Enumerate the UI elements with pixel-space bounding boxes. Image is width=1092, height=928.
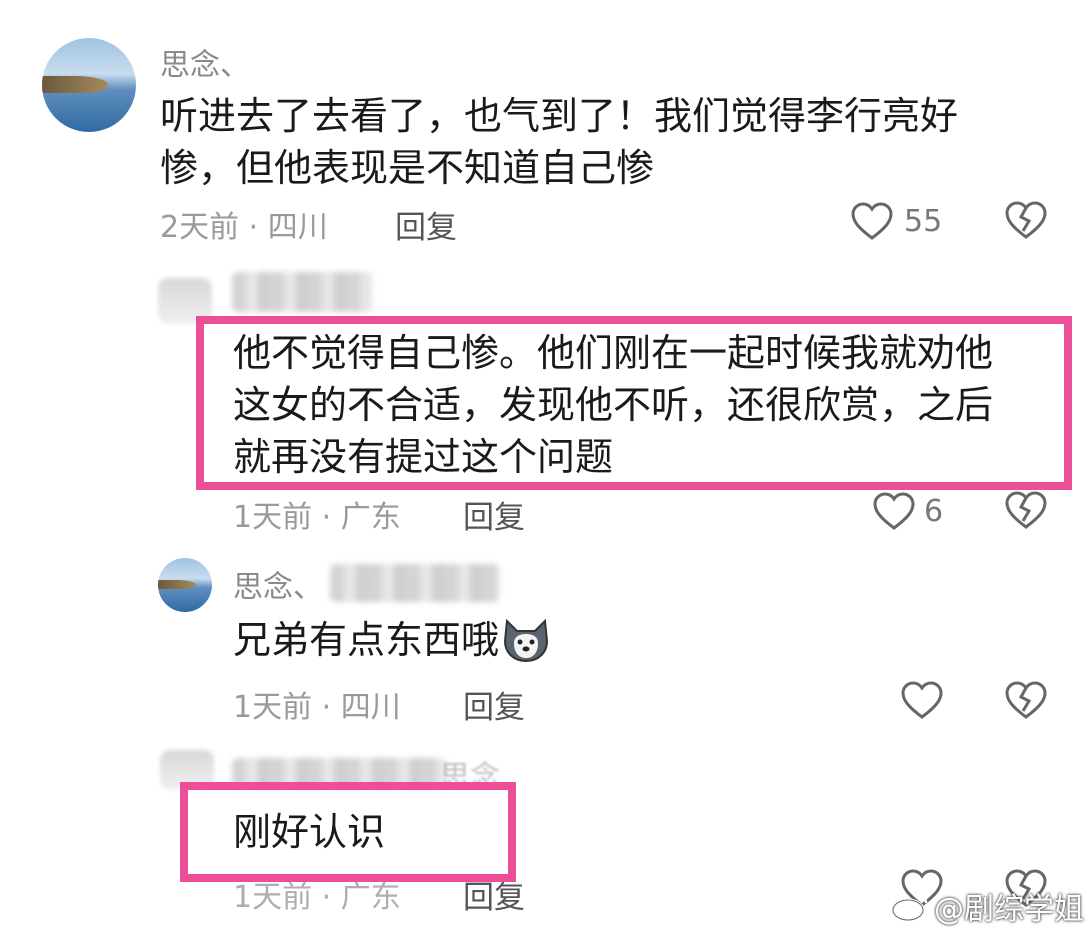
heart-icon [851, 202, 893, 240]
watermark-text: @剧综学姐 [934, 892, 1084, 927]
husky-emoji [504, 618, 549, 663]
watermark: @剧综学姐 [890, 884, 1084, 928]
blurred-username [330, 564, 500, 602]
heart-broken-icon [1005, 201, 1047, 239]
comment-author[interactable]: 思念、 [233, 562, 323, 606]
dislike-button[interactable] [1004, 490, 1048, 530]
weibo-logo-icon [891, 893, 928, 922]
comment-time-location: 2天前 · 四川 [160, 210, 328, 245]
like-button[interactable]: 55 [850, 198, 942, 244]
comment-text-line: 听进去了去看了，也气到了！我们觉得李行亮好 [160, 94, 959, 138]
reply-button[interactable]: 回复 [463, 682, 525, 727]
comment-text-line: 这女的不合适，发现他不听，还很欣赏，之后 [233, 383, 994, 427]
dislike-button[interactable] [1004, 200, 1048, 240]
comment-author[interactable]: 思念、 [160, 40, 250, 84]
comment-text-line: 他不觉得自己惨。他们刚在一起时候我就劝他 [233, 331, 994, 375]
dislike-button[interactable] [1004, 680, 1048, 720]
like-button[interactable] [900, 680, 944, 720]
comment-text: 他不觉得自己惨。他们刚在一起时候我就劝他 这女的不合适，发现他不听，还很欣赏，之… [233, 327, 1053, 483]
comment-text: 兄弟有点东西哦 [233, 614, 551, 666]
avatar-image [158, 579, 196, 590]
comment-time-location: 1天前 · 广东 [233, 880, 401, 915]
avatar-image [42, 75, 108, 93]
comment-text-line: 惨，但他表现是不知道自己惨 [160, 146, 655, 190]
like-button[interactable]: 6 [872, 488, 943, 534]
comment-text: 刚好认识 [233, 810, 386, 854]
heart-icon [873, 492, 915, 530]
comment-text: 听进去了去看了，也气到了！我们觉得李行亮好 惨，但他表现是不知道自己惨 [160, 90, 1040, 194]
avatar[interactable] [42, 38, 136, 132]
like-count: 55 [904, 203, 943, 239]
reply-button[interactable]: 回复 [463, 872, 525, 917]
heart-icon [901, 681, 943, 719]
heart-broken-icon [1005, 681, 1047, 719]
comment-text-content: 兄弟有点东西哦 [233, 618, 500, 662]
avatar[interactable] [158, 558, 212, 612]
comment-text-line: 就再没有提过这个问题 [233, 435, 614, 479]
blurred-username [232, 272, 372, 312]
like-count: 6 [924, 493, 944, 529]
reply-button[interactable]: 回复 [463, 492, 525, 537]
heart-broken-icon [1005, 491, 1047, 529]
comment-time-location: 1天前 · 四川 [233, 690, 401, 725]
reply-button[interactable]: 回复 [395, 202, 457, 247]
comment-time-location: 1天前 · 广东 [233, 500, 401, 535]
